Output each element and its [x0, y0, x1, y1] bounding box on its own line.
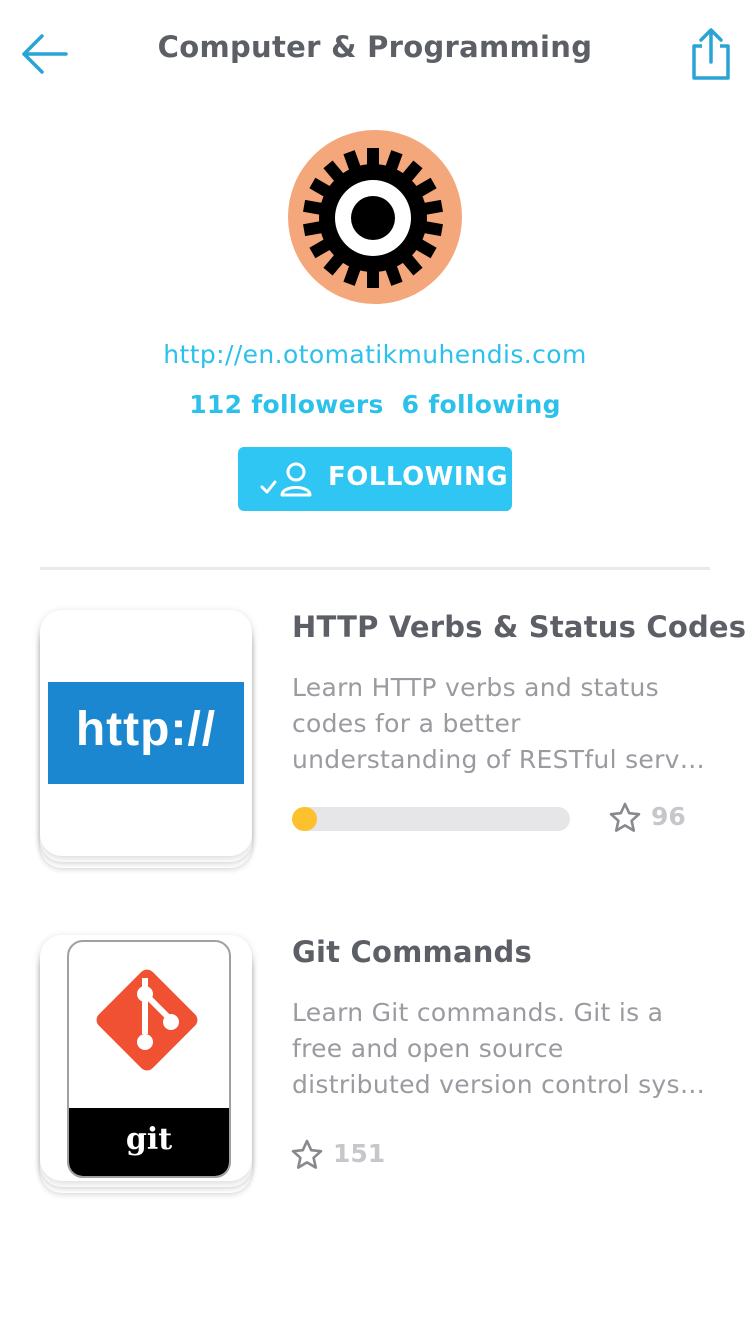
course-card-http[interactable]: http:// HTTP Verbs & Status Codes Learn …: [0, 610, 750, 880]
following-button-label: FOLLOWING: [328, 462, 509, 492]
git-cover-text: git: [125, 1122, 173, 1157]
gear-icon: [303, 148, 443, 288]
course-title: Git Commands: [292, 935, 532, 969]
star-count: 96: [651, 802, 686, 831]
back-button[interactable]: [18, 30, 70, 78]
avatar: [288, 130, 462, 304]
http-cover-banner: http://: [48, 682, 244, 784]
page-title: Computer & Programming: [157, 30, 593, 64]
git-cover: git: [67, 940, 231, 1178]
following-button[interactable]: FOLLOWING: [238, 447, 512, 511]
follow-counts: 112 followers 6 following: [0, 390, 750, 419]
course-description: Learn HTTP verbs and status codes for a …: [292, 673, 706, 774]
star-icon: [609, 802, 641, 832]
arrow-left-icon: [22, 34, 68, 74]
course-description: Learn Git commands. Git is a free and op…: [292, 998, 706, 1099]
course-progress-fill: [292, 807, 318, 831]
star-count: 151: [333, 1139, 386, 1168]
header: Computer & Programming: [0, 0, 750, 108]
course-progress-bar: [292, 807, 570, 831]
http-cover-text: http://: [75, 703, 217, 756]
course-rating: 96: [609, 800, 699, 836]
website-link[interactable]: http://en.otomatikmuhendis.com: [0, 340, 750, 369]
git-band: git: [69, 1108, 229, 1176]
course-cover: git: [40, 935, 252, 1193]
follow-check-user-icon: [260, 462, 312, 497]
share-button[interactable]: [688, 24, 734, 82]
star-icon: [291, 1139, 323, 1169]
followers-count[interactable]: 112 followers: [189, 390, 383, 419]
course-title: HTTP Verbs & Status Codes: [292, 610, 747, 644]
share-icon: [692, 28, 730, 80]
course-cover: http://: [40, 610, 252, 868]
divider: [40, 567, 710, 570]
course-card-git[interactable]: git Git Commands Learn Git commands. Git…: [0, 935, 750, 1205]
course-rating: 151: [291, 1137, 401, 1173]
git-logo-icon: [96, 969, 198, 1071]
following-count[interactable]: 6 following: [402, 390, 561, 419]
